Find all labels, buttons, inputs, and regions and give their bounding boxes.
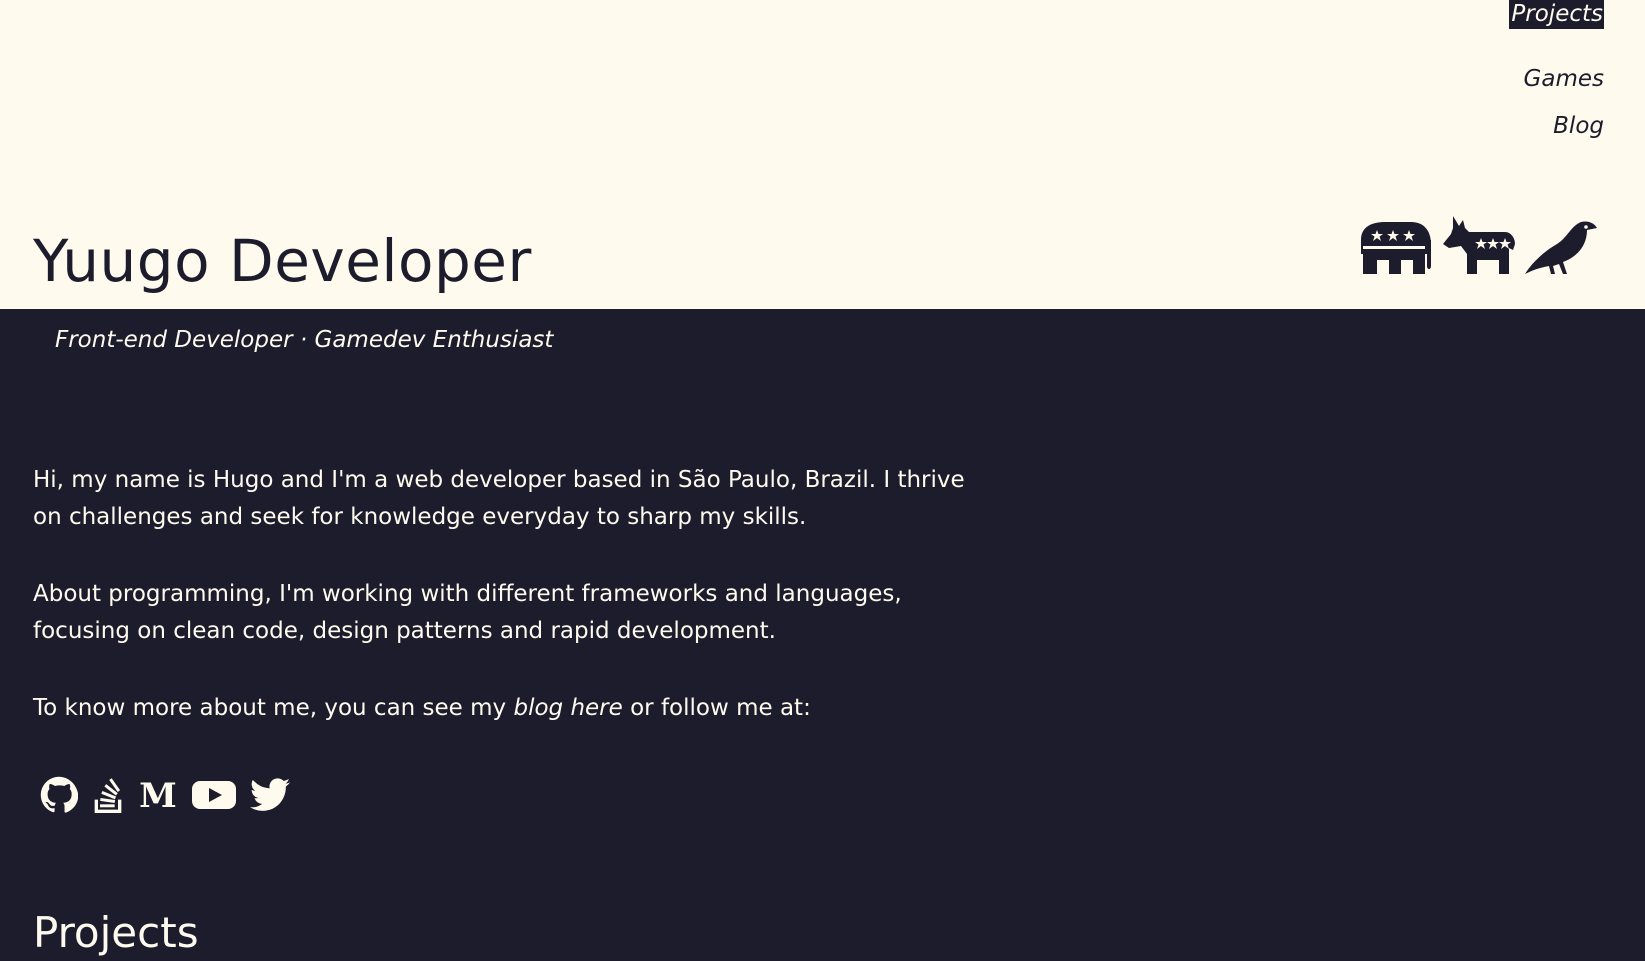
twitter-icon[interactable]: [250, 778, 290, 816]
youtube-icon[interactable]: [192, 779, 236, 815]
blog-link[interactable]: blog here: [513, 695, 622, 721]
about-section: Hi, my name is Hugo and I'm a web develo…: [33, 462, 993, 767]
republican-elephant-icon: [1355, 214, 1433, 276]
stackoverflow-icon[interactable]: [92, 777, 124, 817]
nav-item-games[interactable]: Games: [1509, 65, 1604, 94]
main-nav: Projects Games Blog: [1509, 0, 1604, 159]
about-paragraph-2: About programming, I'm working with diff…: [33, 581, 902, 644]
medium-icon[interactable]: M: [138, 776, 178, 817]
about-paragraph-1: Hi, my name is Hugo and I'm a web develo…: [33, 467, 965, 530]
crow-icon: [1523, 214, 1601, 276]
nav-item-projects[interactable]: Projects: [1509, 0, 1604, 29]
header-icons: [1355, 214, 1601, 276]
nav-item-blog[interactable]: Blog: [1509, 112, 1604, 141]
site-title: Yuugo Developer: [33, 227, 532, 295]
tagline: Front-end Developer · Gamedev Enthusiast: [55, 327, 554, 353]
site-header: Projects Games Blog Yuugo Developer: [0, 0, 1645, 309]
social-links: M: [40, 776, 290, 818]
github-icon[interactable]: [40, 776, 79, 818]
democrat-donkey-icon: [1439, 214, 1517, 276]
about-text-before-link: To know more about me, you can see my: [33, 695, 514, 721]
about-text-after-link: or follow me at:: [622, 695, 811, 721]
projects-heading: Projects: [33, 908, 199, 957]
about-paragraph-3: To know more about me, you can see my bl…: [33, 690, 993, 727]
svg-text:M: M: [139, 777, 177, 813]
